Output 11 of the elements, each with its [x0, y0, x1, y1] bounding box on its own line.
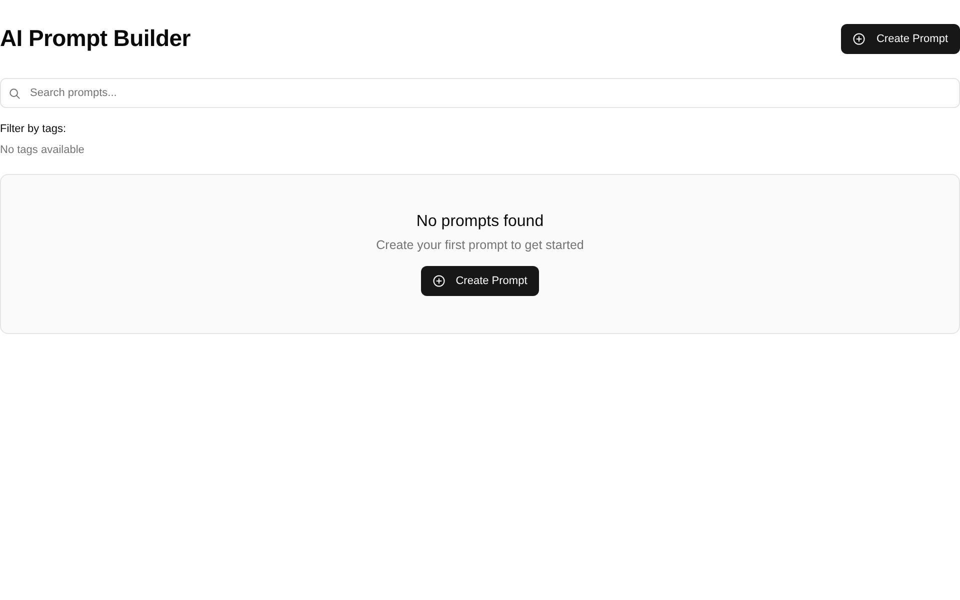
empty-state-subtitle: Create your first prompt to get started: [376, 237, 584, 254]
page-title: AI Prompt Builder: [0, 25, 190, 53]
plus-circle-icon: [432, 275, 445, 287]
empty-state-title: No prompts found: [416, 212, 544, 232]
search-icon: [9, 88, 20, 99]
create-prompt-button[interactable]: Create Prompt: [420, 266, 540, 296]
filter-label: Filter by tags:: [0, 122, 68, 137]
search-field[interactable]: Search prompts...: [0, 78, 960, 108]
empty-tags-text: No tags available: [0, 143, 86, 158]
plus-circle-icon: [853, 33, 866, 45]
create-prompt-button[interactable]: Create Prompt: [841, 24, 960, 54]
